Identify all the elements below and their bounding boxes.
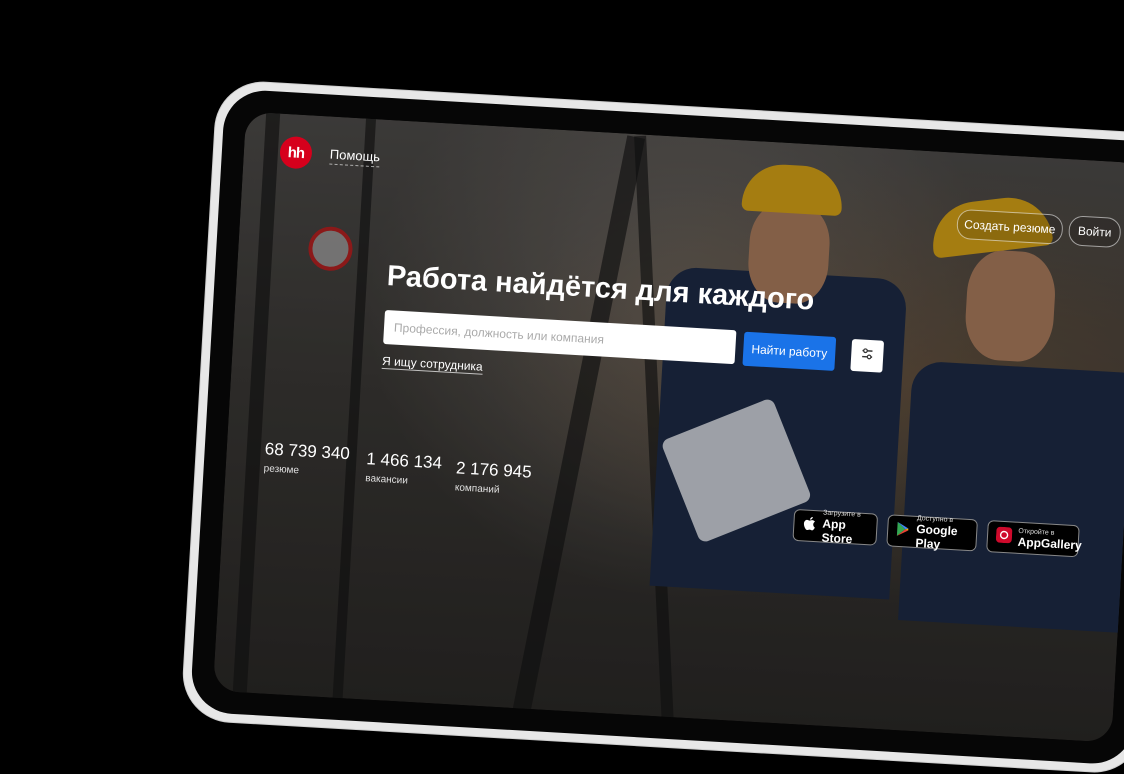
tablet-device: hh Помощь Создать резюме Войти Работа на… [181, 80, 1124, 774]
find-job-button[interactable]: Найти работу [742, 331, 837, 371]
stat-vacancies: 1 466 134 вакансии [365, 449, 443, 488]
app-store-badge[interactable]: Загрузите в App Store [792, 508, 879, 546]
google-play-badge[interactable]: Доступно в Google Play [886, 514, 978, 552]
store-name: App Store [821, 516, 853, 546]
screen: hh Помощь Создать резюме Войти Работа на… [212, 111, 1124, 743]
help-link[interactable]: Помощь [329, 146, 381, 168]
stat-companies: 2 176 945 компаний [455, 458, 533, 497]
stat-value: 1 466 134 [365, 449, 443, 473]
huawei-icon [995, 526, 1013, 548]
google-play-icon [896, 520, 911, 542]
stat-value: 68 739 340 [264, 439, 351, 464]
create-resume-button[interactable]: Создать резюме [956, 208, 1064, 245]
apple-icon [802, 515, 817, 537]
advanced-search-button[interactable] [850, 338, 885, 373]
login-button[interactable]: Войти [1067, 215, 1122, 249]
sliders-icon [860, 346, 875, 366]
stat-value: 2 176 945 [455, 458, 533, 482]
stat-resumes: 68 739 340 резюме [263, 439, 350, 479]
photo-overlay [212, 111, 1124, 743]
app-gallery-badge[interactable]: Откройте в AppGallery [986, 520, 1082, 558]
tablet-bezel: hh Помощь Создать резюме Войти Работа на… [189, 88, 1124, 766]
